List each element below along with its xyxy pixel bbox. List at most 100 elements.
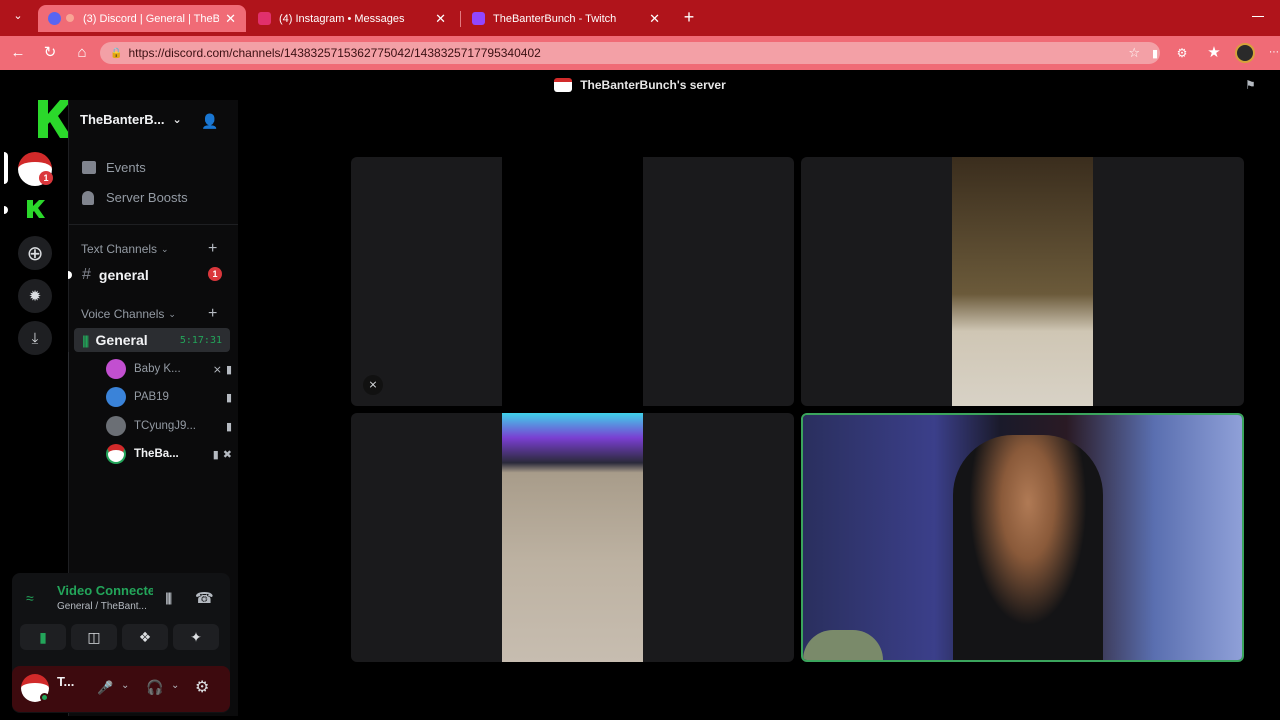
- user-name[interactable]: T...: [57, 674, 74, 689]
- server-icon: [554, 78, 573, 92]
- home-icon[interactable]: ⌂: [74, 45, 90, 61]
- muted-icon: ⨯: [212, 363, 222, 376]
- chevron-down-icon: ⌄: [172, 114, 182, 126]
- tab-divider: [460, 11, 461, 27]
- tab-list-chevron-icon[interactable]: ⌄: [10, 9, 26, 25]
- add-channel-icon[interactable]: +: [208, 240, 217, 258]
- camera-icon: ▮: [225, 420, 232, 433]
- video-tile-speaking[interactable]: [801, 413, 1244, 662]
- address-bar[interactable]: 🔒 https://discord.com/channels/143832571…: [100, 42, 1160, 64]
- activities-button[interactable]: ❖: [122, 624, 168, 650]
- category-label: Voice Channels: [81, 307, 165, 321]
- tab-instagram[interactable]: (4) Instagram • Messages ✕: [248, 5, 456, 32]
- user-name: TheBa...: [134, 448, 179, 460]
- text-channels-category[interactable]: Text Channels ⌄: [81, 242, 169, 256]
- video-feed: [502, 157, 643, 406]
- tab-title: (3) Discord | General | TheBan: [83, 12, 220, 25]
- invite-icon[interactable]: 👤: [201, 113, 218, 130]
- gear-icon[interactable]: ⚙: [195, 677, 209, 697]
- camera-button[interactable]: ▮: [20, 624, 66, 650]
- chevron-down-icon[interactable]: ⌄: [121, 680, 129, 691]
- channel-name: general: [98, 267, 149, 283]
- favorites-icon[interactable]: ★: [1206, 45, 1222, 61]
- server-name-header[interactable]: TheBanterB... ⌄: [80, 112, 190, 127]
- soundboard-button[interactable]: ✦: [173, 624, 219, 650]
- user-name: PAB19: [134, 391, 169, 403]
- tab-twitch[interactable]: TheBanterBunch - Twitch ✕: [462, 5, 670, 32]
- instagram-favicon-icon: [258, 12, 271, 25]
- channel-name: General: [95, 332, 148, 348]
- tab-title: TheBanterBunch - Twitch: [493, 12, 617, 25]
- voice-tree-line: [68, 352, 69, 470]
- url-text: https://discord.com/channels/14383257153…: [128, 46, 541, 60]
- tab-title: (4) Instagram • Messages: [279, 12, 405, 25]
- voice-channels-category[interactable]: Voice Channels ⌄: [81, 307, 176, 321]
- signal-icon[interactable]: ≈: [26, 590, 44, 608]
- sidebar-item-events[interactable]: Events: [82, 160, 146, 175]
- camera-icon[interactable]: ▮: [1152, 47, 1158, 60]
- chevron-down-icon: ⌄: [168, 308, 176, 319]
- user-name: Baby K...: [134, 363, 181, 375]
- add-channel-icon[interactable]: +: [208, 305, 217, 323]
- download-icon[interactable]: ⤓: [18, 321, 52, 355]
- person-silhouette: [953, 435, 1103, 660]
- sidebar-divider: [68, 224, 238, 225]
- category-label: Text Channels: [81, 242, 158, 256]
- screen-share-button[interactable]: ◫: [71, 624, 117, 650]
- window-title-bar: TheBanterBunch's server: [0, 70, 1280, 100]
- add-server-icon[interactable]: ⊕: [18, 236, 52, 270]
- channel-general-text[interactable]: # general 1: [82, 266, 228, 284]
- browser-tab-bar: ⌄ (3) Discord | General | TheBan ✕ (4) I…: [0, 0, 1280, 36]
- voice-user[interactable]: PAB19 ▮: [106, 385, 232, 409]
- noise-suppression-icon[interactable]: ||||: [165, 590, 172, 605]
- flag-icon[interactable]: ⚑: [1245, 78, 1259, 92]
- video-tile[interactable]: ⨯: [351, 157, 794, 406]
- sidebar-item-label: Server Boosts: [106, 190, 188, 205]
- voice-channel-general[interactable]: |||| General 5:17:31: [74, 328, 230, 352]
- avatar: [106, 416, 126, 436]
- more-icon[interactable]: ⋯: [1266, 45, 1280, 61]
- desk-plate: [803, 630, 883, 660]
- video-feed: [803, 415, 1242, 660]
- unread-badge: 1: [208, 267, 222, 281]
- server-icon-kick[interactable]: [26, 199, 46, 219]
- reload-icon[interactable]: ↻: [42, 45, 58, 61]
- voice-user[interactable]: TheBa... ▮ ✖: [106, 442, 232, 466]
- lock-icon: 🔒: [110, 47, 123, 59]
- close-icon[interactable]: ✕: [649, 11, 660, 27]
- mic-icon[interactable]: 🎤: [97, 680, 113, 696]
- camera-icon: ▮: [225, 363, 232, 376]
- explore-icon[interactable]: ✹: [18, 279, 52, 313]
- avatar: [106, 387, 126, 407]
- video-tile[interactable]: [801, 157, 1244, 406]
- disconnect-icon[interactable]: ☎: [195, 589, 214, 607]
- camera-icon: ▮: [225, 391, 232, 404]
- voice-user[interactable]: Baby K... ⨯ ▮: [106, 357, 232, 381]
- minimize-icon[interactable]: [1252, 16, 1264, 17]
- video-tile[interactable]: [351, 413, 794, 662]
- close-icon[interactable]: ✕: [435, 11, 446, 27]
- extension-icon[interactable]: ⚙: [1174, 45, 1190, 61]
- star-icon[interactable]: ☆: [1128, 45, 1140, 61]
- server-pill: [4, 152, 8, 184]
- online-status-dot: [40, 693, 49, 702]
- server-name: TheBanterB...: [80, 112, 165, 127]
- sidebar-item-server-boosts[interactable]: Server Boosts: [82, 190, 188, 205]
- chevron-down-icon[interactable]: ⌄: [171, 680, 179, 691]
- discord-favicon-icon: [48, 12, 61, 25]
- twitch-favicon-icon: [472, 12, 485, 25]
- connection-status[interactable]: Video Connecte: [57, 583, 153, 598]
- new-tab-icon[interactable]: +: [680, 8, 698, 26]
- back-icon[interactable]: ←: [10, 45, 26, 61]
- server-badge: 1: [39, 171, 53, 185]
- tab-discord[interactable]: (3) Discord | General | TheBan ✕: [38, 5, 246, 32]
- profile-avatar[interactable]: [1235, 43, 1255, 63]
- connection-channel[interactable]: General / TheBant...: [57, 601, 153, 612]
- hash-icon: #: [82, 266, 91, 283]
- user-name: TCyungJ9...: [134, 420, 196, 432]
- voice-user[interactable]: TCyungJ9... ▮: [106, 414, 232, 438]
- voice-activity-icon: ||||: [82, 332, 89, 348]
- headphones-icon[interactable]: 🎧: [146, 679, 163, 696]
- call-timer: 5:17:31: [179, 334, 222, 346]
- close-icon[interactable]: ✕: [225, 11, 236, 27]
